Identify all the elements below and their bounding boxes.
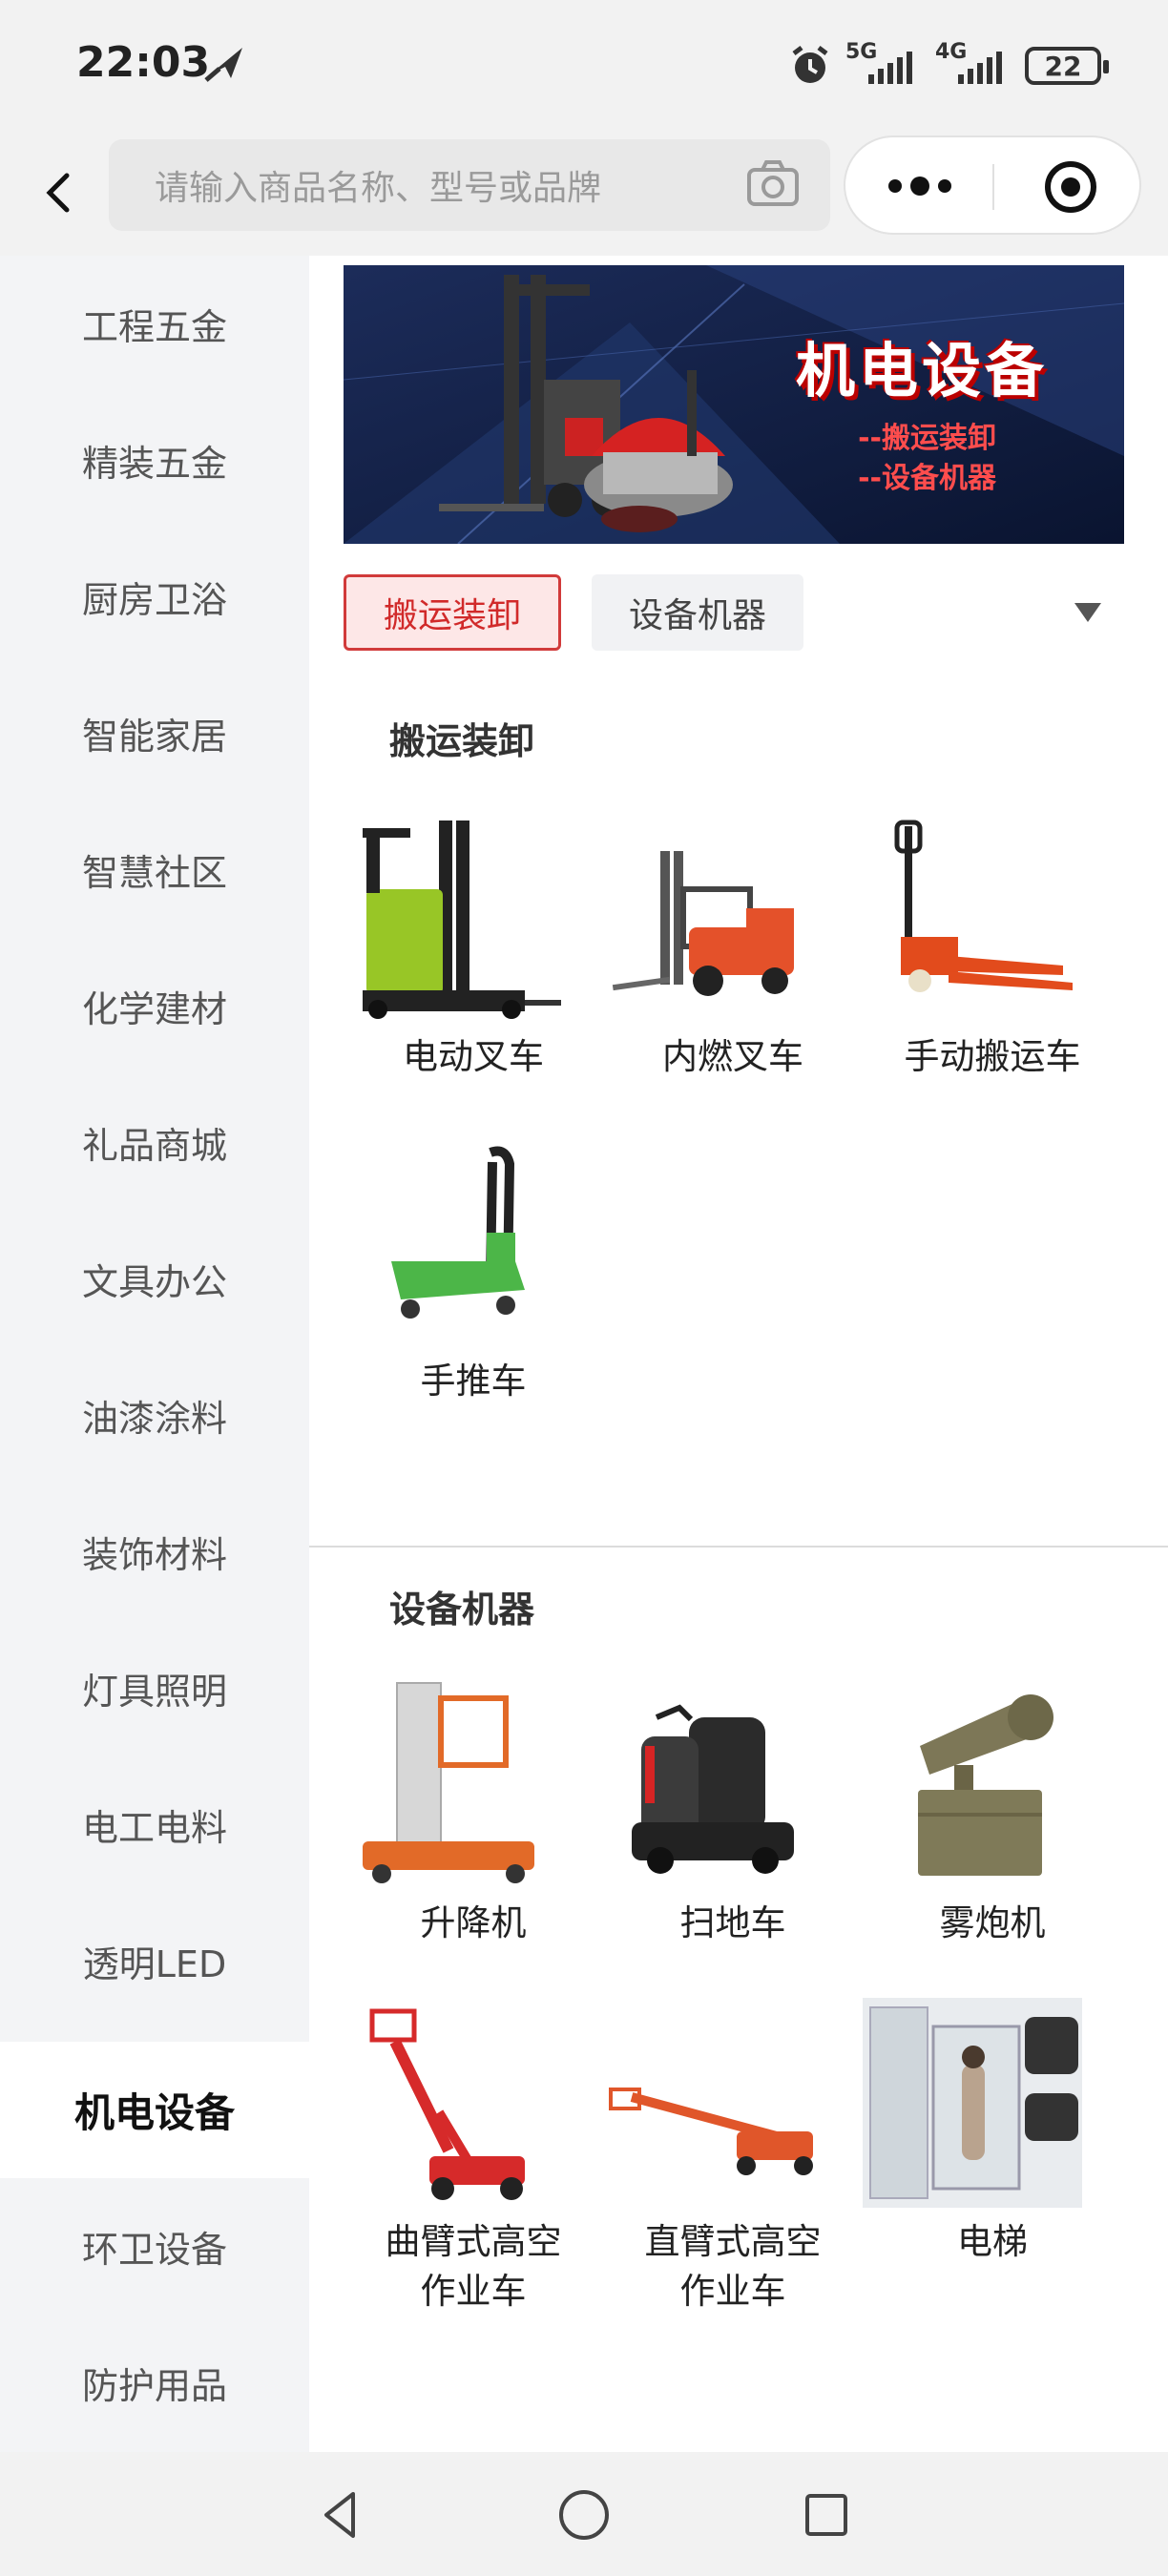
manual-pallet-truck-image <box>894 820 1073 992</box>
product-item[interactable]: 雾炮机 <box>863 1679 1122 1948</box>
banner-title: 机电设备 <box>795 336 1048 405</box>
tab-shebei-jiqi[interactable]: 设备机器 <box>592 574 803 651</box>
product-item[interactable]: 手动搬运车 <box>863 813 1122 1082</box>
product-item[interactable]: 电梯 <box>863 1998 1122 2267</box>
banner-subtitle-1: --搬运装卸 <box>858 422 996 455</box>
status-bar: 22:03 5G 4G 22 <box>0 0 1168 134</box>
sidebar-item-wenju-bangong[interactable]: 文具办公 <box>0 1211 309 1347</box>
search-placeholder: 请输入商品名称、型号或品牌 <box>155 169 602 208</box>
send-icon <box>204 48 242 82</box>
signal-4g-icon: 4G <box>935 40 1012 88</box>
battery-icon: 22 <box>1025 47 1109 85</box>
search-input[interactable]: 请输入商品名称、型号或品牌 <box>109 139 830 231</box>
elevator-image <box>863 1998 1082 2208</box>
sidebar-item-touming-led[interactable]: 透明LED <box>0 1893 309 2029</box>
nav-recents-icon[interactable] <box>796 2484 857 2545</box>
combustion-forklift-image <box>612 851 794 996</box>
product-name: 电梯 <box>957 2221 1028 2262</box>
status-time: 22:03 <box>76 38 211 87</box>
product-item[interactable]: 内燃叉车 <box>603 813 863 1082</box>
dropdown-triangle-icon[interactable] <box>1071 599 1105 626</box>
hand-cart-image <box>391 1146 525 1319</box>
alarm-icon <box>792 46 828 83</box>
sidebar-item-chufang-weiyu[interactable]: 厨房卫浴 <box>0 529 309 665</box>
electric-forklift-image <box>363 821 561 1019</box>
product-item[interactable]: 手推车 <box>344 1137 603 1406</box>
sidebar-item-jidian-shebei[interactable]: 机电设备 <box>0 2042 309 2178</box>
sidebar-item-youqi-tuliao[interactable]: 油漆涂料 <box>0 1347 309 1484</box>
miniprogram-capsule <box>844 135 1141 235</box>
sidebar-item-gongcheng-wujin[interactable]: 工程五金 <box>0 256 309 392</box>
product-item[interactable]: 升降机 <box>344 1679 603 1948</box>
product-item[interactable]: 直臂式高空 作业车 <box>603 1998 863 2316</box>
product-item[interactable]: 电动叉车 <box>344 813 603 1082</box>
close-miniprogram-icon[interactable] <box>1042 158 1099 216</box>
signal-5g-icon: 5G <box>845 40 922 88</box>
sidebar-item-zhihui-shequ[interactable]: 智慧社区 <box>0 801 309 938</box>
camera-icon[interactable] <box>746 158 800 208</box>
product-name: 升降机 <box>420 1902 527 1943</box>
banner-subtitle-2: --设备机器 <box>858 462 996 495</box>
fog-cannon-image <box>918 1694 1053 1876</box>
lift-machine-image <box>363 1682 534 1883</box>
sidebar-item-jingzhuang-wujin[interactable]: 精装五金 <box>0 392 309 529</box>
sidebar-item-zhineng-jiaju[interactable]: 智能家居 <box>0 665 309 801</box>
sidebar-item-dengju-zhaoming[interactable]: 灯具照明 <box>0 1620 309 1756</box>
nav-home-icon[interactable] <box>553 2484 615 2545</box>
sweeper-image <box>632 1704 794 1874</box>
sidebar-item-lipin-shangcheng[interactable]: 礼品商城 <box>0 1074 309 1211</box>
sidebar-item-zhuangshi-cailiao[interactable]: 装饰材料 <box>0 1484 309 1620</box>
category-sidebar: 工程五金 精装五金 厨房卫浴 智能家居 智慧社区 化学建材 礼品商城 文具办公 … <box>0 256 309 2452</box>
sidebar-item-huanwei-shebei[interactable]: 环卫设备 <box>0 2178 309 2315</box>
back-icon[interactable] <box>29 162 90 223</box>
tab-banyun-zhuangxie[interactable]: 搬运装卸 <box>344 574 561 651</box>
product-name: 手动搬运车 <box>904 1036 1081 1077</box>
section-title-banyun: 搬运装卸 <box>389 720 535 762</box>
product-name: 曲臂式高空 作业车 <box>385 2221 562 2312</box>
nav-back-icon[interactable] <box>311 2484 372 2545</box>
category-banner[interactable]: 机电设备 --搬运装卸 --设备机器 <box>344 265 1124 544</box>
product-name: 扫地车 <box>679 1902 786 1943</box>
articulated-boom-lift-image <box>369 2008 525 2200</box>
sidebar-item-diangong-dianliao[interactable]: 电工电料 <box>0 1756 309 1893</box>
product-item[interactable]: 曲臂式高空 作业车 <box>344 1998 603 2316</box>
telescopic-boom-lift-image <box>609 2088 813 2175</box>
product-name: 内燃叉车 <box>662 1036 803 1077</box>
battery-level: 22 <box>1044 50 1082 82</box>
system-nav-bar <box>0 2452 1168 2576</box>
product-item[interactable]: 扫地车 <box>603 1679 863 1948</box>
product-name: 直臂式高空 作业车 <box>644 2221 822 2312</box>
product-name: 电动叉车 <box>403 1036 544 1077</box>
section-divider <box>309 1546 1168 1548</box>
sidebar-item-fanghu-yongpin[interactable]: 防护用品 <box>0 2315 309 2451</box>
capsule-divider <box>992 164 994 210</box>
sidebar-item-huaxue-jiancai[interactable]: 化学建材 <box>0 938 309 1074</box>
product-name: 手推车 <box>420 1361 527 1402</box>
section-title-shebei: 设备机器 <box>389 1589 535 1631</box>
more-icon[interactable] <box>882 172 958 200</box>
product-name: 雾炮机 <box>939 1902 1046 1943</box>
